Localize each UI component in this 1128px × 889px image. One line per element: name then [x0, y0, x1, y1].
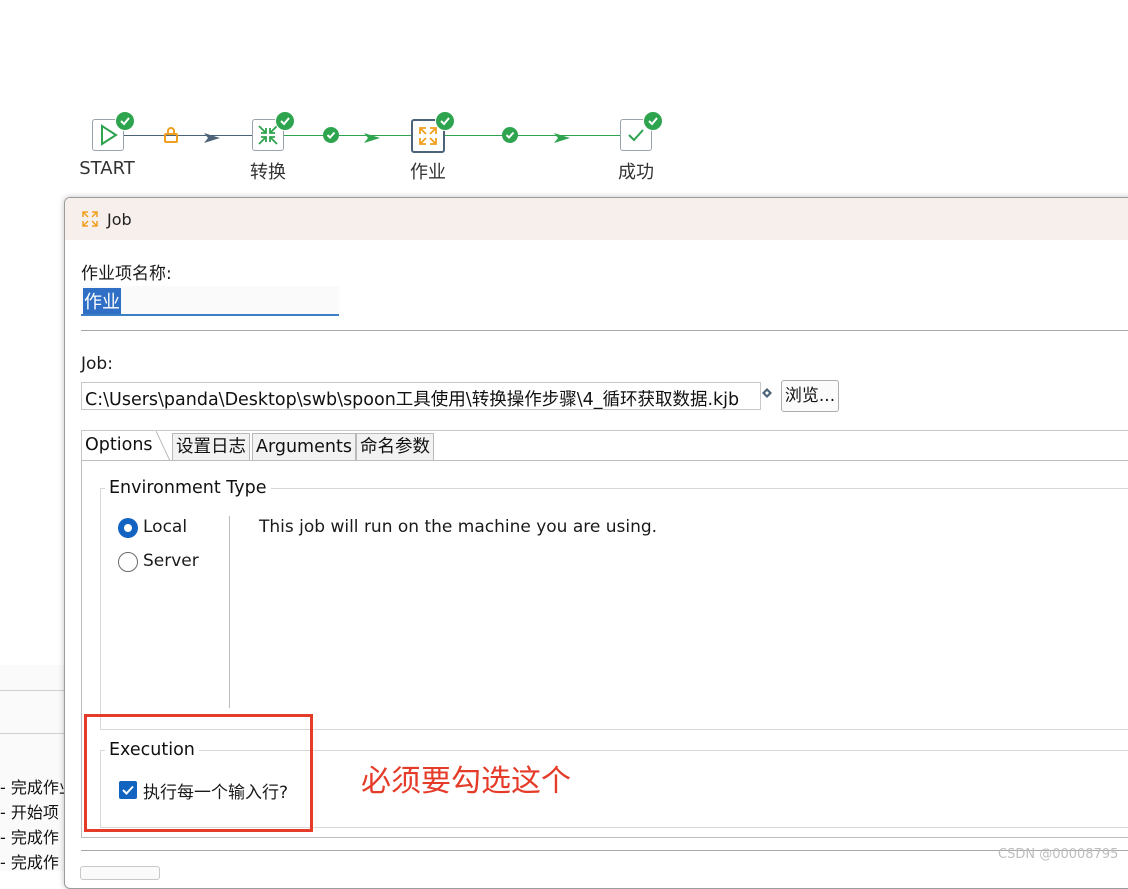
- log-line: - 完成作: [0, 828, 59, 847]
- dialog-bottom-button[interactable]: [80, 866, 160, 880]
- entry-name-label: 作业项名称:: [81, 264, 172, 284]
- log-panel: - 完成作业 - 开始项 - 完成作 - 完成作: [0, 665, 75, 872]
- success-badge-icon: [115, 111, 135, 131]
- tab-arguments[interactable]: Arguments: [252, 433, 356, 461]
- success-badge-icon: [435, 111, 455, 131]
- node-label-success: 成功: [618, 162, 654, 183]
- node-label-transformation: 转换: [250, 162, 286, 183]
- check-circle-icon: [502, 127, 518, 143]
- log-line: - 完成作: [0, 853, 59, 872]
- tab-slant: [156, 431, 171, 461]
- divider: [81, 850, 1128, 851]
- environment-group-title: Environment Type: [105, 478, 271, 498]
- tab-options[interactable]: Options: [82, 431, 156, 461]
- lock-icon: [164, 127, 178, 147]
- annotation-note: 必须要勾选这个: [361, 764, 571, 799]
- log-line: - 开始项: [0, 803, 59, 822]
- local-radio[interactable]: [118, 518, 138, 538]
- success-badge-icon: [275, 111, 295, 131]
- environment-divider: [229, 516, 230, 708]
- job-path-label: Job:: [81, 354, 113, 374]
- server-radio-label[interactable]: Server: [143, 551, 199, 571]
- local-radio-label[interactable]: Local: [143, 517, 187, 537]
- hop-arrow-icon: [554, 129, 570, 148]
- job-path-input[interactable]: C:\Users\panda\Desktop\swb\spoon工具使用\转换操…: [81, 382, 761, 410]
- tab-named-params[interactable]: 命名参数: [356, 433, 434, 461]
- hop-transformation-to-job[interactable]: [284, 135, 412, 136]
- hop-job-to-success[interactable]: [444, 135, 620, 136]
- node-label-start: START: [79, 158, 135, 179]
- success-badge-icon: [643, 111, 663, 131]
- node-label-job: 作业: [410, 162, 446, 183]
- job-path-value: C:\Users\panda\Desktop\swb\spoon工具使用\转换操…: [85, 390, 740, 410]
- job-icon: [82, 211, 98, 227]
- hop-arrow-icon: [364, 129, 380, 148]
- browse-button[interactable]: 浏览...: [781, 380, 839, 412]
- tab-logging[interactable]: 设置日志: [172, 433, 250, 461]
- check-circle-icon: [323, 127, 339, 143]
- environment-description: This job will run on the machine you are…: [259, 517, 658, 537]
- hop-arrow-icon: [204, 129, 220, 148]
- variable-diamond-icon[interactable]: [762, 388, 772, 398]
- dialog-titlebar[interactable]: Job: [65, 198, 1128, 240]
- entry-name-value: 作业: [83, 288, 121, 314]
- divider: [81, 330, 1128, 331]
- entry-name-input[interactable]: 作业: [81, 286, 339, 316]
- watermark: CSDN @00008795: [998, 847, 1119, 862]
- highlight-box: [84, 714, 313, 832]
- hop-start-to-transformation[interactable]: [124, 135, 252, 136]
- dialog-title: Job: [107, 210, 132, 229]
- server-radio[interactable]: [118, 552, 138, 572]
- tab-bar: Options 设置日志 Arguments 命名参数: [81, 430, 1128, 461]
